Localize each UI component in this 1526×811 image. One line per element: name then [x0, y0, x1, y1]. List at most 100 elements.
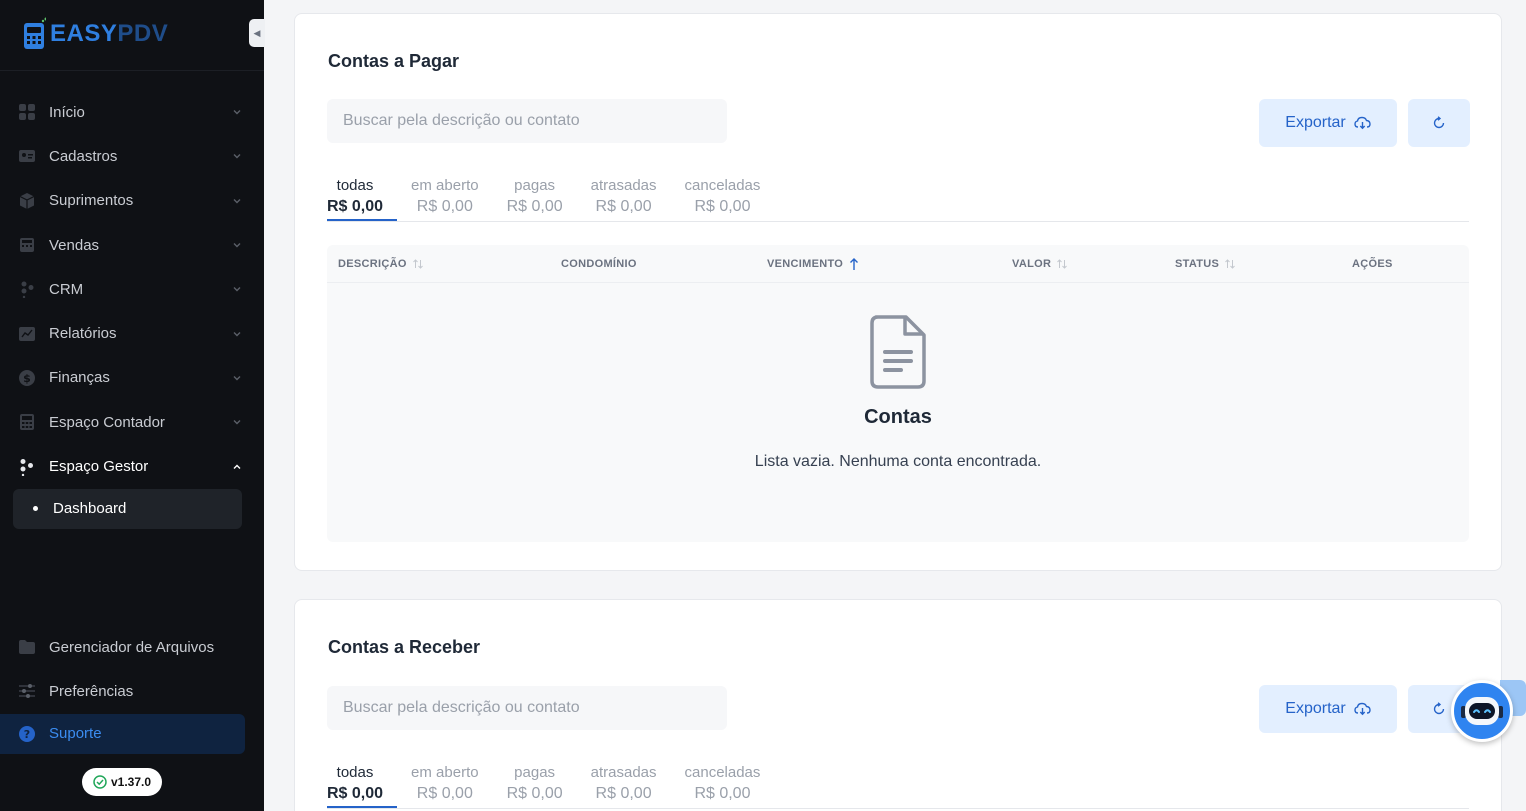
column-label: STATUS: [1175, 257, 1220, 270]
sidebar-item-support[interactable]: ? Suporte: [0, 713, 245, 754]
sidebar-item-label: Gerenciador de Arquivos: [49, 638, 215, 656]
tab-label: pagas: [514, 764, 556, 781]
tab-pagas[interactable]: pagas R$ 0,00: [493, 171, 577, 221]
tab-canceladas[interactable]: canceladas R$ 0,00: [671, 171, 775, 221]
svg-text:?: ?: [24, 728, 30, 741]
sort-icon: [412, 258, 423, 269]
box-icon: [18, 192, 36, 210]
sidebar-divider: [0, 70, 264, 71]
receivables-search-input[interactable]: [327, 686, 727, 730]
sidebar-item-file-manager[interactable]: Gerenciador de Arquivos: [0, 625, 264, 669]
sidebar-collapse-button[interactable]: ◀: [249, 19, 265, 47]
brand-logo[interactable]: EASY PDV: [22, 16, 168, 52]
sidebar-item-label: Relatórios: [49, 325, 117, 343]
sidebar-item-financas[interactable]: $ Finanças: [0, 356, 264, 400]
people-icon: [18, 458, 36, 476]
sidebar-item-label: Preferências: [49, 682, 134, 700]
tab-label: em aberto: [411, 764, 479, 781]
payables-search-input[interactable]: [327, 99, 727, 143]
tab-canceladas[interactable]: canceladas R$ 0,00: [671, 758, 775, 808]
payables-title: Contas a Pagar: [328, 51, 460, 71]
chevron-down-icon: [233, 154, 241, 159]
tab-atrasadas[interactable]: atrasadas R$ 0,00: [577, 171, 671, 221]
tab-atrasadas[interactable]: atrasadas R$ 0,00: [577, 758, 671, 808]
calculator-icon: [18, 413, 36, 431]
id-card-icon: [18, 147, 36, 165]
sidebar-item-inicio[interactable]: Início: [0, 90, 264, 134]
payables-card: Contas a Pagar Exportar todas R$ 0,00 em…: [294, 13, 1502, 571]
tab-label: todas: [336, 764, 374, 781]
column-header-descricao[interactable]: DESCRIÇÃO: [338, 258, 424, 270]
sidebar-item-cadastros[interactable]: Cadastros: [0, 134, 264, 178]
tab-value: R$ 0,00: [506, 785, 563, 802]
tab-label: atrasadas: [590, 764, 657, 781]
sidebar: EASY PDV ◀ Início Cadastros Suprimentos …: [0, 0, 265, 811]
refresh-icon: [1433, 702, 1445, 715]
column-label: CONDOMÍNIO: [561, 257, 637, 270]
grid-icon: [18, 103, 36, 121]
brand-name-part2: PDV: [117, 20, 169, 47]
chat-bot-button[interactable]: [1451, 680, 1513, 742]
sidebar-item-label: CRM: [49, 280, 84, 298]
column-header-status[interactable]: STATUS: [1175, 258, 1236, 270]
sliders-icon: [18, 682, 36, 700]
chevron-left-icon: ◀: [253, 27, 261, 38]
tab-em-aberto[interactable]: em aberto R$ 0,00: [397, 171, 493, 221]
chart-icon: [18, 325, 36, 343]
sidebar-item-label: Suprimentos: [49, 192, 134, 210]
column-header-acoes: AÇÕES: [1352, 258, 1393, 270]
chevron-down-icon: [233, 110, 241, 115]
sidebar-item-label: Início: [49, 103, 85, 121]
sidebar-item-label: Vendas: [49, 236, 100, 254]
tab-todas[interactable]: todas R$ 0,00: [327, 171, 398, 221]
empty-state: Contas Lista vazia. Nenhuma conta encont…: [327, 315, 1469, 471]
payables-table: DESCRIÇÃO CONDOMÍNIO VENCIMENTO VALOR ST…: [327, 245, 1469, 542]
robot-icon: [1461, 697, 1503, 725]
sidebar-item-label: Espaço Contador: [49, 413, 165, 431]
column-header-vencimento[interactable]: VENCIMENTO: [767, 257, 860, 271]
support-label: Suporte: [49, 725, 102, 743]
sidebar-item-preferences[interactable]: Preferências: [0, 669, 264, 713]
sidebar-item-vendas[interactable]: Vendas: [0, 223, 264, 267]
sort-icon: [1225, 258, 1236, 269]
sidebar-item-espaco-contador[interactable]: Espaço Contador: [0, 400, 264, 444]
payables-refresh-button[interactable]: [1408, 99, 1470, 147]
tab-value: R$ 0,00: [327, 198, 384, 215]
sidebar-item-label: Cadastros: [49, 147, 118, 165]
tab-label: canceladas: [684, 177, 761, 194]
tab-todas[interactable]: todas R$ 0,00: [327, 758, 398, 808]
chevron-up-icon: [233, 464, 241, 469]
chevron-down-icon: [233, 420, 241, 425]
sidebar-item-relatorios[interactable]: Relatórios: [0, 311, 264, 355]
sidebar-item-label: Espaço Gestor: [49, 458, 149, 476]
table-header: DESCRIÇÃO CONDOMÍNIO VENCIMENTO VALOR ST…: [327, 245, 1469, 283]
tab-pagas[interactable]: pagas R$ 0,00: [493, 758, 577, 808]
receivables-export-button[interactable]: Exportar: [1259, 685, 1397, 733]
column-label: VALOR: [1012, 257, 1052, 270]
chevron-down-icon: [233, 243, 241, 248]
cash-register-icon: [18, 236, 36, 254]
refresh-icon: [1433, 116, 1445, 129]
empty-state-message: Lista vazia. Nenhuma conta encontrada.: [754, 453, 1042, 470]
column-header-valor[interactable]: VALOR: [1012, 258, 1068, 270]
dollar-icon: $: [18, 369, 36, 387]
export-label: Exportar: [1285, 700, 1346, 717]
cloud-download-icon: [1354, 702, 1371, 716]
column-label: VENCIMENTO: [767, 257, 844, 270]
tab-label: pagas: [514, 177, 556, 194]
help-circle-icon: ?: [19, 725, 35, 742]
payables-export-button[interactable]: Exportar: [1259, 99, 1397, 147]
sort-icon: [1057, 258, 1068, 269]
sidebar-item-suprimentos[interactable]: Suprimentos: [0, 179, 264, 223]
sidebar-subitem-dashboard[interactable]: Dashboard: [13, 488, 242, 529]
sidebar-item-espaco-gestor[interactable]: Espaço Gestor: [0, 444, 264, 488]
tab-value: R$ 0,00: [694, 785, 751, 802]
sidebar-item-crm[interactable]: CRM: [0, 267, 264, 311]
cloud-download-icon: [1354, 116, 1371, 130]
tab-value: R$ 0,00: [416, 785, 473, 802]
tab-value: R$ 0,00: [416, 198, 473, 215]
tab-em-aberto[interactable]: em aberto R$ 0,00: [397, 758, 493, 808]
version-label: v1.37.0: [110, 775, 152, 789]
folder-icon: [18, 638, 36, 656]
arrow-up-icon: [850, 257, 859, 270]
